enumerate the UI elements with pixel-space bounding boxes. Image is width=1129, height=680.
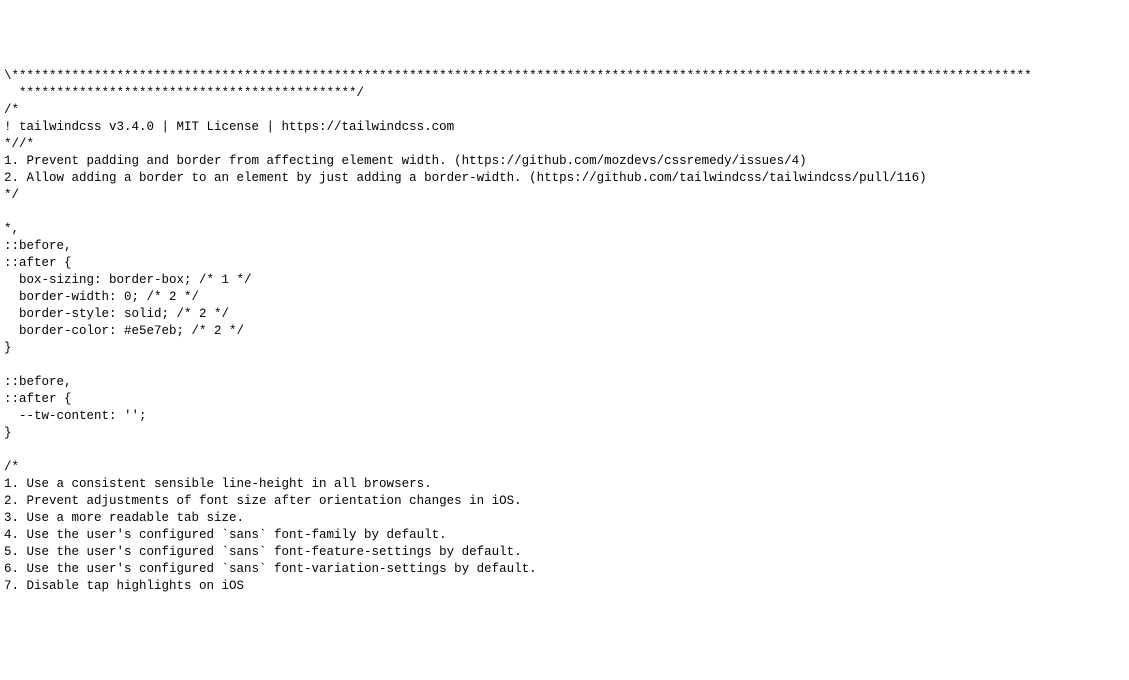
- code-line: */: [4, 188, 19, 202]
- code-line: border-color: #e5e7eb; /* 2 */: [4, 324, 244, 338]
- code-line: ****************************************…: [4, 86, 364, 100]
- code-line: box-sizing: border-box; /* 1 */: [4, 273, 252, 287]
- code-line: \***************************************…: [4, 69, 1032, 83]
- code-line: ::before,: [4, 375, 72, 389]
- code-line: }: [4, 426, 12, 440]
- code-line: *//*: [4, 137, 34, 151]
- code-block: \***************************************…: [0, 68, 1129, 595]
- code-line: --tw-content: '';: [4, 409, 147, 423]
- code-line: 4. Use the user's configured `sans` font…: [4, 528, 447, 542]
- code-line: ::after {: [4, 392, 72, 406]
- code-line: border-style: solid; /* 2 */: [4, 307, 229, 321]
- code-line: /*: [4, 103, 19, 117]
- code-line: /*: [4, 460, 19, 474]
- code-line: 2. Allow adding a border to an element b…: [4, 171, 927, 185]
- code-line: ::after {: [4, 256, 72, 270]
- code-line: 1. Prevent padding and border from affec…: [4, 154, 807, 168]
- code-line: }: [4, 341, 12, 355]
- code-line: 3. Use a more readable tab size.: [4, 511, 244, 525]
- code-line: 1. Use a consistent sensible line-height…: [4, 477, 432, 491]
- code-line: 5. Use the user's configured `sans` font…: [4, 545, 522, 559]
- code-line: *,: [4, 222, 19, 236]
- code-line: border-width: 0; /* 2 */: [4, 290, 199, 304]
- code-line: ! tailwindcss v3.4.0 | MIT License | htt…: [4, 120, 454, 134]
- code-line: ::before,: [4, 239, 72, 253]
- code-line: 2. Prevent adjustments of font size afte…: [4, 494, 522, 508]
- code-line: 6. Use the user's configured `sans` font…: [4, 562, 537, 576]
